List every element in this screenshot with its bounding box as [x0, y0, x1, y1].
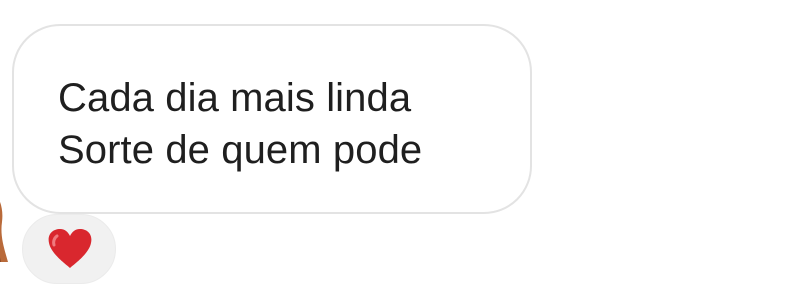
- message-line-1: Cada dia mais linda: [58, 76, 412, 120]
- avatar-photo-icon: [0, 202, 8, 262]
- message-bubble[interactable]: Cada dia mais linda Sorte de quem pode: [12, 24, 532, 214]
- message-text: Cada dia mais linda Sorte de quem pode: [58, 72, 422, 176]
- message-line-2: Sorte de quem pode: [58, 128, 423, 172]
- avatar[interactable]: [0, 188, 8, 262]
- reaction-pill[interactable]: [22, 214, 116, 284]
- red-heart-icon: [47, 228, 93, 270]
